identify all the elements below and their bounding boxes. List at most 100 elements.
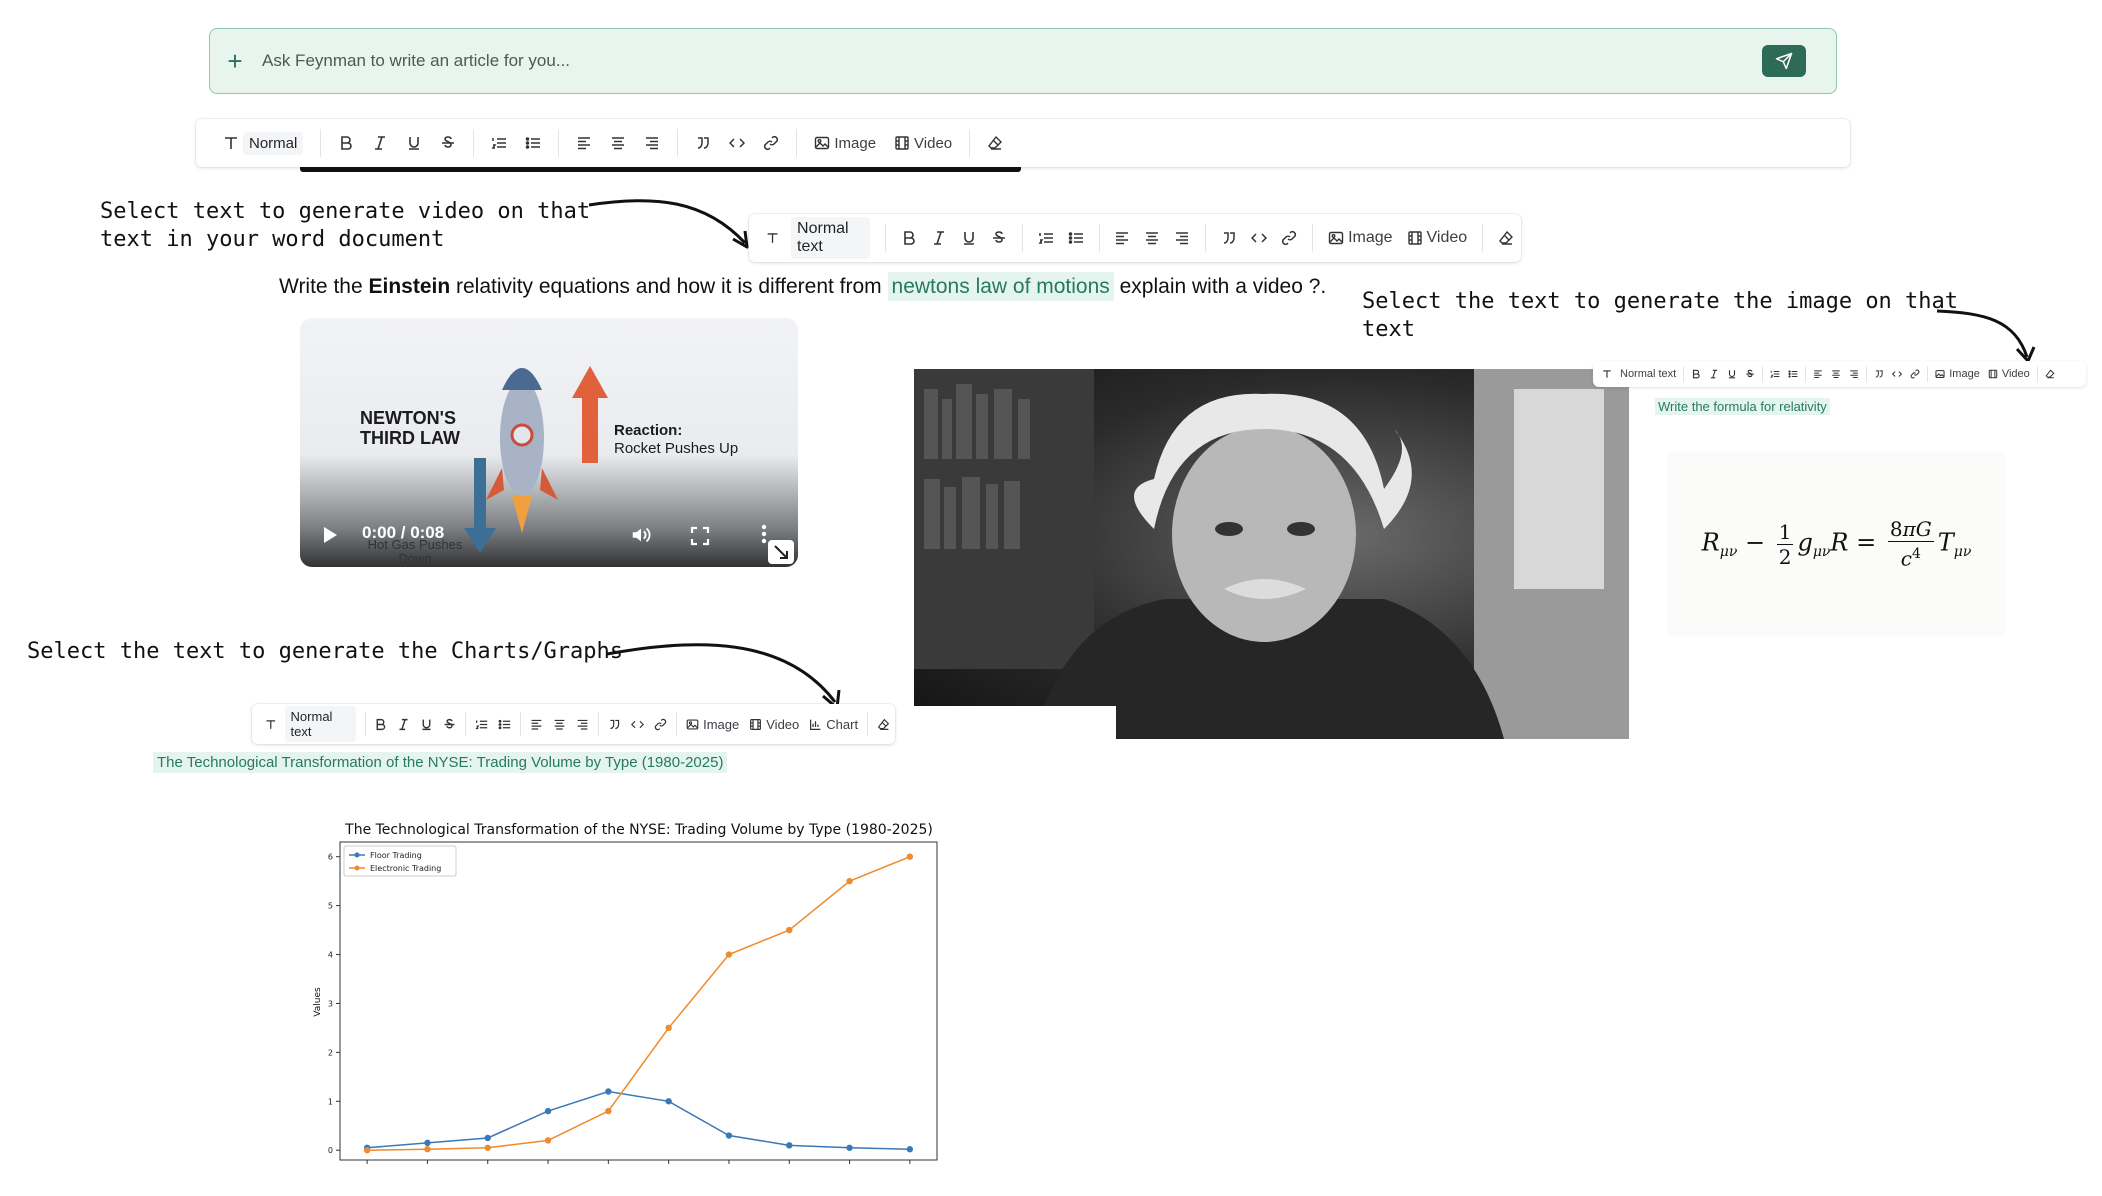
image-button[interactable]: Image xyxy=(1328,229,1393,247)
formula-prompt-highlight[interactable]: Write the formula for relativity xyxy=(1655,398,1830,415)
video-button[interactable]: Video xyxy=(749,717,799,732)
einstein-portrait-image[interactable] xyxy=(914,369,1629,739)
plus-icon[interactable]: + xyxy=(224,48,246,74)
ordered-list-button[interactable] xyxy=(1038,230,1054,246)
play-icon[interactable] xyxy=(322,526,338,544)
bold-button[interactable] xyxy=(338,135,354,151)
align-center-button[interactable] xyxy=(610,135,626,151)
strikethrough-button[interactable] xyxy=(443,718,456,731)
underline-button[interactable] xyxy=(961,230,977,246)
italic-button[interactable] xyxy=(397,718,410,731)
quote-button[interactable] xyxy=(1874,369,1884,379)
text-style-dropdown[interactable]: Normal text xyxy=(1602,368,1676,380)
clear-format-button[interactable] xyxy=(877,718,890,731)
strikethrough-button[interactable] xyxy=(440,135,456,151)
code-button[interactable] xyxy=(729,135,746,151)
fullscreen-icon[interactable] xyxy=(690,526,710,546)
align-left-button[interactable] xyxy=(1114,230,1130,246)
data-point xyxy=(906,853,914,860)
underline-button[interactable] xyxy=(420,718,433,731)
align-center-button[interactable] xyxy=(553,718,566,731)
italic-button[interactable] xyxy=(372,135,388,151)
underline-icon xyxy=(963,232,974,245)
link-button[interactable] xyxy=(1281,230,1297,246)
align-right-button[interactable] xyxy=(576,718,589,731)
text-style-dropdown[interactable]: Normal xyxy=(223,131,304,155)
image-button[interactable]: Image xyxy=(1935,368,1980,380)
image-button[interactable]: Image xyxy=(686,717,739,732)
video-button[interactable]: Video xyxy=(1407,229,1467,247)
italic-button[interactable] xyxy=(1709,369,1719,379)
image-button[interactable]: Image xyxy=(814,135,876,152)
arrow-icon xyxy=(1936,309,2036,363)
bold-button[interactable] xyxy=(1691,369,1701,379)
document-sentence[interactable]: Write the Einstein relativity equations … xyxy=(279,272,1326,301)
strikethrough-button[interactable] xyxy=(1745,369,1755,379)
chart-title: The Technological Transformation of the … xyxy=(344,822,933,838)
code-button[interactable] xyxy=(631,718,645,731)
strikethrough-button[interactable] xyxy=(991,230,1007,246)
italic-button[interactable] xyxy=(931,230,947,246)
code-icon xyxy=(729,138,746,148)
code-button[interactable] xyxy=(1892,369,1903,379)
bullet-list-icon xyxy=(1068,232,1083,244)
chart-button[interactable]: Chart xyxy=(809,717,858,732)
video-button[interactable]: Video xyxy=(894,135,952,152)
link-button[interactable] xyxy=(1910,369,1920,379)
eraser-icon xyxy=(2045,369,2055,379)
align-center-button[interactable] xyxy=(1831,369,1841,379)
video-button[interactable]: Video xyxy=(1988,368,2030,380)
ask-input[interactable] xyxy=(260,50,1762,72)
bullet-list-button[interactable] xyxy=(525,135,541,151)
ordered-list-button[interactable] xyxy=(475,718,488,731)
volume-icon[interactable] xyxy=(630,524,652,546)
annotation-video: Select text to generate video on that te… xyxy=(100,199,591,252)
text-style-dropdown[interactable]: Normal text xyxy=(766,217,870,259)
chart-prompt-highlight[interactable]: The Technological Transformation of the … xyxy=(153,752,728,773)
clear-format-button[interactable] xyxy=(2045,369,2055,379)
relativity-formula-image[interactable]: Rμν − 1 2 gμνR = 8πG c4 Tμν xyxy=(1667,452,2006,636)
bullet-list-button[interactable] xyxy=(1788,369,1798,379)
send-icon xyxy=(1775,52,1793,70)
align-left-button[interactable] xyxy=(530,718,543,731)
clear-format-button[interactable] xyxy=(987,135,1003,151)
bullet-list-button[interactable] xyxy=(1068,230,1084,246)
data-point xyxy=(725,1132,733,1139)
selected-text-highlight[interactable]: newtons law of motions xyxy=(887,272,1114,301)
align-left-button[interactable] xyxy=(1813,369,1823,379)
align-left-button[interactable] xyxy=(576,135,592,151)
align-right-button[interactable] xyxy=(1849,369,1859,379)
quote-button[interactable] xyxy=(695,135,711,151)
align-left-icon xyxy=(578,137,591,150)
quote-button[interactable] xyxy=(608,718,621,731)
data-point xyxy=(906,1146,914,1153)
ordered-list-button[interactable] xyxy=(1770,369,1780,379)
eraser-icon xyxy=(988,135,1003,150)
send-button[interactable] xyxy=(1762,45,1806,77)
align-right-button[interactable] xyxy=(1174,230,1190,246)
strikethrough-icon xyxy=(445,718,455,728)
bullet-list-button[interactable] xyxy=(498,718,511,731)
more-options-icon[interactable] xyxy=(760,524,768,544)
clear-format-button[interactable] xyxy=(1498,230,1514,246)
quote-button[interactable] xyxy=(1221,230,1237,246)
link-button[interactable] xyxy=(763,135,779,151)
align-right-button[interactable] xyxy=(644,135,660,151)
align-center-button[interactable] xyxy=(1144,230,1160,246)
data-point xyxy=(846,1144,853,1151)
ordered-list-button[interactable] xyxy=(491,135,507,151)
underline-button[interactable] xyxy=(1727,369,1737,379)
data-point xyxy=(424,1139,431,1147)
text-style-dropdown[interactable]: Normal text xyxy=(265,706,356,742)
arrow-icon xyxy=(588,199,749,249)
resize-handle-icon[interactable] xyxy=(768,540,794,564)
image-button-label: Image xyxy=(1348,229,1393,246)
video-player[interactable]: NEWTON'S THIRD LAW Reaction: Rocket Push… xyxy=(300,318,798,567)
link-button[interactable] xyxy=(654,718,667,731)
strikethrough-icon xyxy=(1746,369,1754,378)
code-button[interactable] xyxy=(1251,230,1268,246)
bold-button[interactable] xyxy=(901,230,917,246)
bold-button[interactable] xyxy=(374,718,387,731)
underline-button[interactable] xyxy=(406,135,422,151)
video-time: 0:00 / 0:08 xyxy=(362,523,445,542)
